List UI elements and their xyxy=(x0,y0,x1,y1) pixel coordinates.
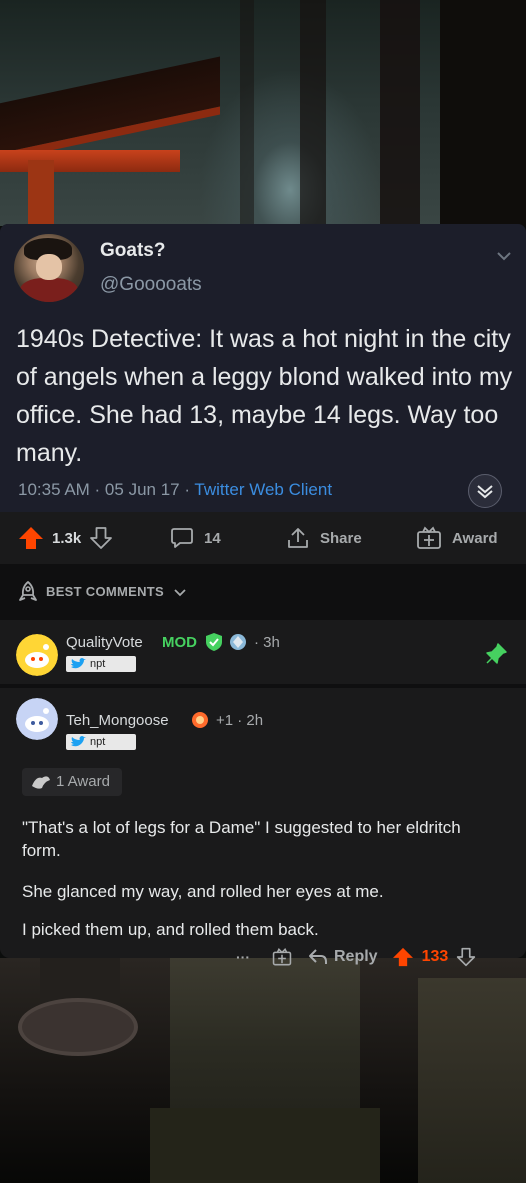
user-flair: npt xyxy=(66,656,136,672)
collapse-button[interactable] xyxy=(468,474,502,508)
chevron-down-icon xyxy=(174,589,186,597)
shield-icon xyxy=(206,633,222,651)
comment-actions: ··· Reply 133 xyxy=(236,946,476,968)
post-action-bar: 1.3k 14 Share Award xyxy=(0,512,526,564)
rocket-icon xyxy=(19,581,37,601)
background-lantern-photo xyxy=(0,958,526,1183)
reply-icon xyxy=(309,949,327,964)
comment-count: 14 xyxy=(204,529,221,547)
embedded-tweet: Goats? @Gooooats 1940s Detective: It was… xyxy=(0,224,526,512)
comment-meta: +1 · 2h xyxy=(216,712,264,729)
award-badge-icon xyxy=(230,634,246,650)
pin-icon xyxy=(486,643,507,664)
user-comment[interactable]: Teh_Mongoose +1 · 2h npt 1 Award "That's… xyxy=(0,688,526,967)
award-label: Award xyxy=(452,529,498,547)
post-score: 1.3k xyxy=(52,529,82,547)
reply-button[interactable]: Reply xyxy=(334,948,378,966)
mod-comment[interactable]: QualityVote MOD · 3h npt xyxy=(0,624,526,684)
chevron-down-icon[interactable] xyxy=(494,246,514,266)
flair-text: npt xyxy=(90,736,106,748)
post-card: Goats? @Gooooats 1940s Detective: It was… xyxy=(0,224,526,967)
downvote-icon[interactable] xyxy=(456,947,476,967)
background-forest-photo xyxy=(0,0,526,226)
user-flair: npt xyxy=(66,734,136,750)
more-options-button[interactable]: ··· xyxy=(236,949,250,965)
comment-icon xyxy=(171,528,193,548)
comment-paragraph: I picked them up, and rolled them back. xyxy=(22,920,319,939)
avatar[interactable] xyxy=(16,634,58,676)
avatar[interactable] xyxy=(16,698,58,740)
gift-icon[interactable] xyxy=(272,947,292,967)
tweet-client: Twitter Web Client xyxy=(194,480,333,499)
twitter-bird-icon xyxy=(71,736,86,747)
sort-label: BEST COMMENTS xyxy=(46,584,165,599)
award-icon xyxy=(32,776,50,789)
double-chevron-down-icon xyxy=(477,485,493,499)
award-button[interactable]: Award xyxy=(416,512,498,564)
gift-icon xyxy=(417,526,441,549)
mod-badge: MOD xyxy=(162,634,197,651)
award-count: 1 Award xyxy=(56,773,110,790)
award-badge-icon xyxy=(192,712,208,728)
comment-score: 133 xyxy=(421,948,449,965)
tweet-avatar xyxy=(14,234,84,302)
upvote-icon[interactable] xyxy=(392,947,414,967)
share-label: Share xyxy=(320,529,362,547)
tweet-timestamp: 10:35 AM · 05 Jun 17 · xyxy=(18,480,195,499)
tweet-meta: 10:35 AM · 05 Jun 17 · Twitter Web Clien… xyxy=(18,480,332,500)
flair-text: npt xyxy=(90,658,106,670)
comment-paragraph: She glanced my way, and rolled her eyes … xyxy=(22,882,384,901)
downvote-icon[interactable] xyxy=(89,526,113,550)
mod-comment-time: · 3h xyxy=(254,634,280,651)
twitter-bird-icon xyxy=(71,658,86,669)
share-button[interactable]: Share xyxy=(286,512,362,564)
award-indicator[interactable]: 1 Award xyxy=(22,768,122,796)
tweet-handle: @Gooooats xyxy=(100,274,202,295)
tweet-display-name: Goats? xyxy=(100,240,166,261)
mod-username[interactable]: QualityVote xyxy=(66,634,143,651)
comment-paragraph: "That's a lot of legs for a Dame" I sugg… xyxy=(22,818,461,860)
comments-button[interactable]: 14 xyxy=(170,512,221,564)
vote-group: 1.3k xyxy=(18,512,113,564)
tweet-text: 1940s Detective: It was a hot night in t… xyxy=(16,325,513,467)
upvote-icon[interactable] xyxy=(18,526,44,550)
share-icon xyxy=(288,528,308,548)
comment-username[interactable]: Teh_Mongoose xyxy=(66,712,169,729)
comment-sort-selector[interactable]: BEST COMMENTS xyxy=(0,564,526,620)
